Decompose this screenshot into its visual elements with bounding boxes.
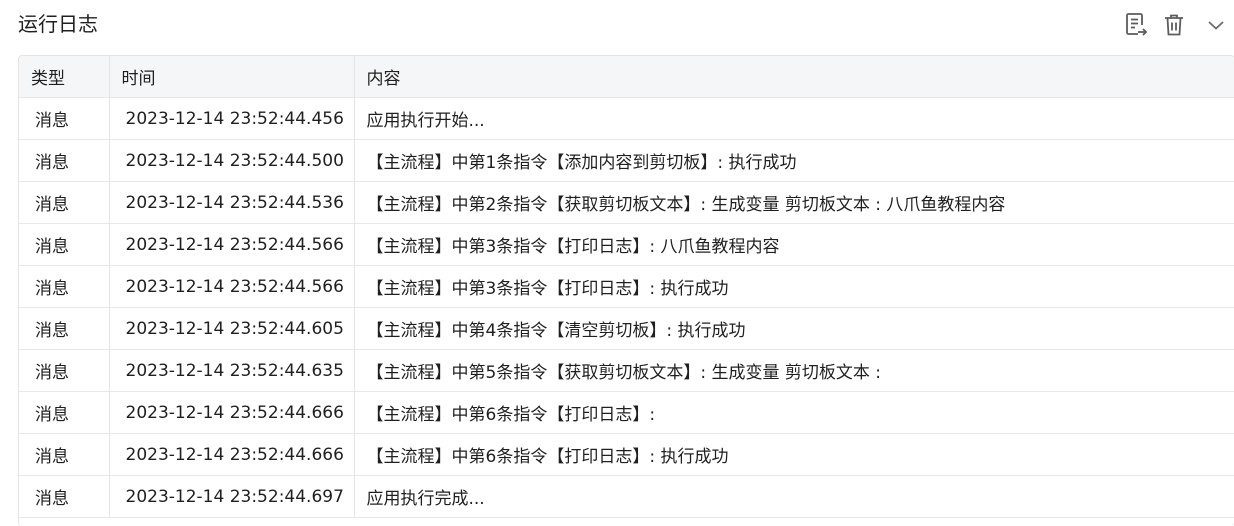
table-row[interactable]: 消息 2023-12-14 23:52:44.566 【主流程】中第3条指令【打印日… xyxy=(19,265,1234,308)
log-type-cell: 消息 xyxy=(19,475,110,518)
table-row[interactable]: 消息 2023-12-14 23:52:44.605 【主流程】中第4条指令【清空剪… xyxy=(19,307,1234,350)
log-type-cell: 消息 xyxy=(19,349,110,392)
log-time-cell: 2023-12-14 23:52:44.666 xyxy=(109,433,355,476)
log-content-cell: 应用执行开始... xyxy=(354,97,1234,140)
log-content-cell: 【主流程】中第6条指令【打印日志】: 执行成功 xyxy=(354,433,1234,476)
chevron-down-icon xyxy=(1207,19,1225,31)
table-row[interactable]: 消息 2023-12-14 23:52:44.456 应用执行开始... xyxy=(19,97,1234,140)
clear-log-button[interactable] xyxy=(1160,11,1188,39)
log-content-cell: 【主流程】中第6条指令【打印日志】: xyxy=(354,391,1234,434)
log-time-cell: 2023-12-14 23:52:44.536 xyxy=(109,181,355,224)
log-time-cell: 2023-12-14 23:52:44.697 xyxy=(109,475,355,518)
export-log-icon xyxy=(1124,12,1148,38)
log-time-cell: 2023-12-14 23:52:44.605 xyxy=(109,307,355,350)
log-time-cell: 2023-12-14 23:52:44.666 xyxy=(109,391,355,434)
export-log-button[interactable] xyxy=(1122,11,1150,39)
run-log-panel: 运行日志 类型 时间 内容 消息 2023-12-14 23:52:44.456… xyxy=(0,0,1234,526)
log-type-cell: 消息 xyxy=(19,223,110,266)
log-type-cell: 消息 xyxy=(19,307,110,350)
log-content-cell: 应用执行完成... xyxy=(354,475,1234,518)
log-time-cell: 2023-12-14 23:52:44.500 xyxy=(109,139,355,182)
column-header-content[interactable]: 内容 xyxy=(354,56,1234,98)
panel-title: 运行日志 xyxy=(18,12,98,36)
table-row[interactable]: 消息 2023-12-14 23:52:44.666 【主流程】中第6条指令【打印日… xyxy=(19,433,1234,476)
log-type-cell: 消息 xyxy=(19,97,110,140)
log-content-cell: 【主流程】中第3条指令【打印日志】: 执行成功 xyxy=(354,265,1234,308)
table-row[interactable]: 消息 2023-12-14 23:52:44.635 【主流程】中第5条指令【获取剪… xyxy=(19,349,1234,392)
log-table-container: 类型 时间 内容 消息 2023-12-14 23:52:44.456 应用执行开始… xyxy=(18,55,1234,526)
log-type-cell: 消息 xyxy=(19,433,110,476)
log-type-cell: 消息 xyxy=(19,391,110,434)
log-type-cell: 消息 xyxy=(19,265,110,308)
log-table: 类型 时间 内容 消息 2023-12-14 23:52:44.456 应用执行开始… xyxy=(19,56,1234,518)
column-header-type[interactable]: 类型 xyxy=(19,56,110,98)
table-row[interactable]: 消息 2023-12-14 23:52:44.697 应用执行完成... xyxy=(19,475,1234,518)
table-row[interactable]: 消息 2023-12-14 23:52:44.566 【主流程】中第3条指令【打印日… xyxy=(19,223,1234,266)
table-row[interactable]: 消息 2023-12-14 23:52:44.500 【主流程】中第1条指令【添加内… xyxy=(19,139,1234,182)
log-content-cell: 【主流程】中第5条指令【获取剪切板文本】: 生成变量 剪切板文本 : xyxy=(354,349,1234,392)
log-time-cell: 2023-12-14 23:52:44.456 xyxy=(109,97,355,140)
table-header-row: 类型 时间 内容 xyxy=(19,56,1234,98)
table-row[interactable]: 消息 2023-12-14 23:52:44.536 【主流程】中第2条指令【获取剪… xyxy=(19,181,1234,224)
log-type-cell: 消息 xyxy=(19,181,110,224)
panel-header: 运行日志 xyxy=(0,0,1234,50)
log-time-cell: 2023-12-14 23:52:44.635 xyxy=(109,349,355,392)
log-time-cell: 2023-12-14 23:52:44.566 xyxy=(109,223,355,266)
log-content-cell: 【主流程】中第4条指令【清空剪切板】: 执行成功 xyxy=(354,307,1234,350)
column-header-time[interactable]: 时间 xyxy=(109,56,355,98)
log-content-cell: 【主流程】中第3条指令【打印日志】: 八爪鱼教程内容 xyxy=(354,223,1234,266)
log-content-cell: 【主流程】中第1条指令【添加内容到剪切板】: 执行成功 xyxy=(354,139,1234,182)
log-type-cell: 消息 xyxy=(19,139,110,182)
trash-icon xyxy=(1163,13,1185,37)
table-row[interactable]: 消息 2023-12-14 23:52:44.666 【主流程】中第6条指令【打印日… xyxy=(19,391,1234,434)
log-time-cell: 2023-12-14 23:52:44.566 xyxy=(109,265,355,308)
collapse-panel-button[interactable] xyxy=(1202,11,1230,39)
log-content-cell: 【主流程】中第2条指令【获取剪切板文本】: 生成变量 剪切板文本 : 八爪鱼教程… xyxy=(354,181,1234,224)
